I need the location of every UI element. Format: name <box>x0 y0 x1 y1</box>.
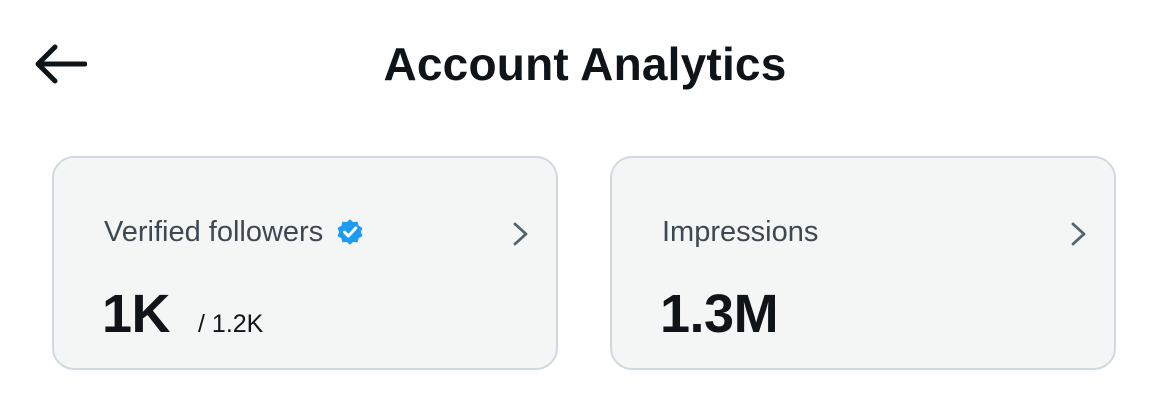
verified-badge-icon <box>335 217 365 247</box>
header: Account Analytics <box>0 0 1170 130</box>
card-value-row: 1K / 1.2K <box>102 282 263 346</box>
card-label-row: Impressions <box>662 212 818 252</box>
verified-followers-label: Verified followers <box>104 216 324 248</box>
verified-followers-value: 1K <box>102 284 171 344</box>
impressions-card[interactable]: Impressions 1.3M <box>610 156 1116 370</box>
verified-followers-card[interactable]: Verified followers 1K / 1.2K <box>52 156 558 370</box>
impressions-label: Impressions <box>662 216 819 248</box>
card-value-row: 1.3M <box>660 282 779 346</box>
verified-followers-total: / 1.2K <box>198 310 264 338</box>
chevron-right-icon <box>1068 220 1090 248</box>
chevron-right-icon <box>510 220 532 248</box>
card-label-row: Verified followers <box>104 212 365 252</box>
page-title: Account Analytics <box>383 38 787 90</box>
impressions-value: 1.3M <box>660 284 779 344</box>
